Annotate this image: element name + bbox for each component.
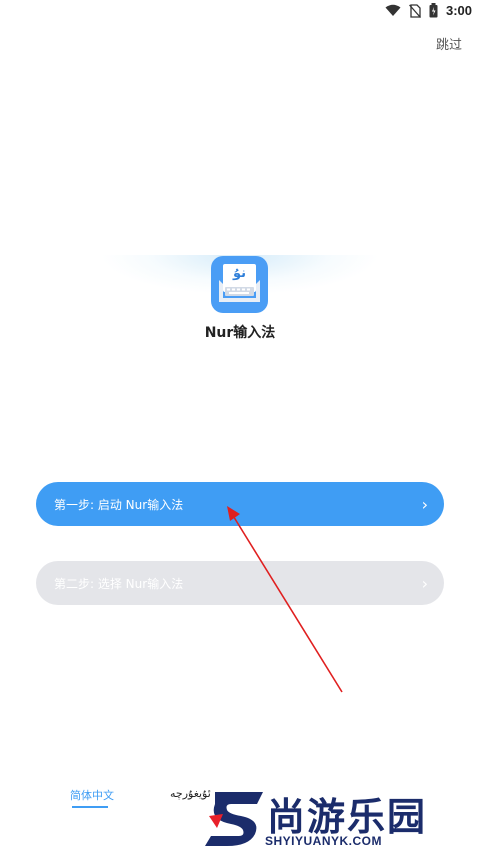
status-icons: 3:00 — [385, 3, 472, 18]
no-sim-icon — [408, 3, 421, 18]
chevron-right-icon: › — [421, 573, 428, 593]
tab-simplified-chinese[interactable]: 简体中文 — [70, 787, 114, 803]
annotation-arrow — [227, 506, 343, 693]
watermark-title: 尚游乐园 — [267, 795, 428, 839]
watermark-subtitle: SHYIYUANYK.COM — [265, 834, 383, 848]
tab-selected-indicator — [72, 806, 108, 808]
app-name: Nur输入法 — [204, 325, 276, 341]
keyboard-logo-icon — [219, 264, 260, 302]
step-one-button[interactable]: 第一步: 启动 Nur输入法 › — [36, 482, 444, 526]
watermark-logo-icon — [205, 792, 263, 846]
step-two-button[interactable]: 第二步: 选择 Nur输入法 › — [36, 561, 444, 605]
status-bar: 3:00 — [0, 0, 480, 24]
battery-icon — [429, 3, 438, 18]
app-logo: نۇ — [211, 256, 268, 313]
step-one-label: 第一步: 启动 Nur输入法 — [54, 497, 184, 512]
chevron-right-icon: › — [421, 494, 428, 514]
status-time: 3:00 — [445, 3, 472, 18]
skip-button[interactable]: 跳过 — [436, 34, 462, 53]
step-two-label: 第二步: 选择 Nur输入法 — [54, 576, 184, 591]
watermark: 尚游乐园 SHYIYUANYK.COM — [205, 786, 480, 853]
wifi-icon — [385, 4, 401, 16]
app-logo-text: نۇ — [232, 266, 247, 281]
